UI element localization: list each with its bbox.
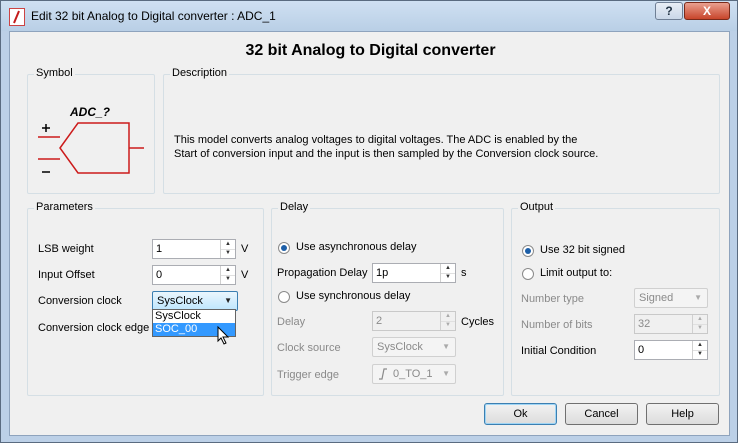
delay-input[interactable]: 2 ▲ ▼ [372,311,456,331]
title-bar[interactable]: Edit 32 bit Analog to Digital converter … [1,1,737,31]
dialog-window: Edit 32 bit Analog to Digital converter … [0,0,738,443]
chevron-down-icon: ▼ [442,369,450,378]
window-title: Edit 32 bit Analog to Digital converter … [31,9,276,23]
chevron-down-icon: ▼ [694,293,702,302]
help-button[interactable]: Help [646,403,719,425]
parameters-group-title: Parameters [34,201,95,213]
delay-unit: Cycles [461,316,495,328]
initial-condition-input[interactable]: 0 ▲ ▼ [634,340,708,360]
clock-source-select[interactable]: SysClock ▼ [372,337,456,357]
ok-button[interactable]: Ok [484,403,557,425]
limit-output-radio[interactable] [522,268,534,280]
trigger-edge-value: 0_TO_1 [393,368,433,380]
cancel-button[interactable]: Cancel [565,403,638,425]
lsb-weight-unit: V [241,243,249,255]
conversion-clock-label: Conversion clock [38,295,122,307]
trigger-edge-select[interactable]: 0_TO_1 ▼ [372,364,456,384]
initial-condition-label: Initial Condition [521,345,597,357]
adc-symbol-graphic [38,122,144,174]
help-icon[interactable]: ? [655,2,683,20]
prop-delay-unit: s [461,267,467,279]
conversion-clock-select[interactable]: SysClock ▼ [152,291,238,311]
use32-radio[interactable] [522,245,534,257]
close-icon[interactable]: X [684,2,730,20]
number-of-bits-value: 32 [638,318,651,330]
spin-down-icon: ▼ [697,325,703,331]
lsb-weight-value: 1 [156,243,163,255]
spin-down-icon[interactable]: ▼ [221,275,235,284]
rising-edge-icon [377,367,389,384]
description-group: Description This model converts analog v… [163,67,720,194]
number-of-bits-label: Number of bits [521,319,593,331]
dropdown-option-sysclock[interactable]: SysClock [153,310,235,323]
spin-down-icon[interactable]: ▼ [441,273,455,282]
app-icon [9,8,25,26]
number-type-value: Signed [639,292,674,304]
conversion-clock-edge-label: Conversion clock edge [38,322,150,334]
output-group-title: Output [518,201,556,213]
sync-delay-radio[interactable] [278,291,290,303]
prop-delay-value: 1p [376,267,389,279]
chevron-down-icon: ▼ [224,296,232,305]
dialog-client: 32 bit Analog to Digital converter Symbo… [9,31,730,436]
number-type-select[interactable]: Signed ▼ [634,288,708,308]
description-line-2: Start of conversion input and the input … [174,148,599,160]
symbol-component-label: ADC_? [70,105,111,119]
mouse-cursor-icon [217,325,231,349]
initial-condition-value: 0 [638,344,645,356]
trigger-edge-label: Trigger edge [277,369,339,381]
spin-down-icon[interactable]: ▼ [221,249,235,258]
description-line-1: This model converts analog voltages to d… [174,134,578,146]
use32-label: Use 32 bit signed [540,244,625,256]
async-delay-label: Use asynchronous delay [296,241,417,253]
clock-source-label: Clock source [277,342,341,354]
lsb-weight-input[interactable]: 1 ▲ ▼ [152,239,236,259]
description-group-title: Description [170,67,230,79]
number-type-label: Number type [521,293,584,305]
async-delay-radio[interactable] [278,242,290,254]
clock-source-value: SysClock [377,341,423,353]
conversion-clock-value: SysClock [157,295,203,307]
delay-label: Delay [277,316,306,328]
sync-delay-label: Use synchronous delay [296,290,411,302]
lsb-weight-label: LSB weight [38,243,94,255]
spin-down-icon[interactable]: ▼ [693,350,707,359]
input-offset-label: Input Offset [38,269,95,281]
input-offset-input[interactable]: 0 ▲ ▼ [152,265,236,285]
prop-delay-label: Propagation Delay [277,267,368,279]
delay-value: 2 [376,315,383,327]
chevron-down-icon: ▼ [442,342,450,351]
input-offset-unit: V [241,269,249,281]
delay-group-title: Delay [278,201,311,213]
number-of-bits-input[interactable]: 32 ▲ ▼ [634,314,708,334]
spin-down-icon: ▼ [445,322,451,328]
dialog-heading: 32 bit Analog to Digital converter [245,42,496,59]
symbol-group: Symbol ADC_? [27,67,155,194]
prop-delay-input[interactable]: 1p ▲ ▼ [372,263,456,283]
input-offset-value: 0 [156,269,163,281]
limit-output-label: Limit output to: [540,267,613,279]
